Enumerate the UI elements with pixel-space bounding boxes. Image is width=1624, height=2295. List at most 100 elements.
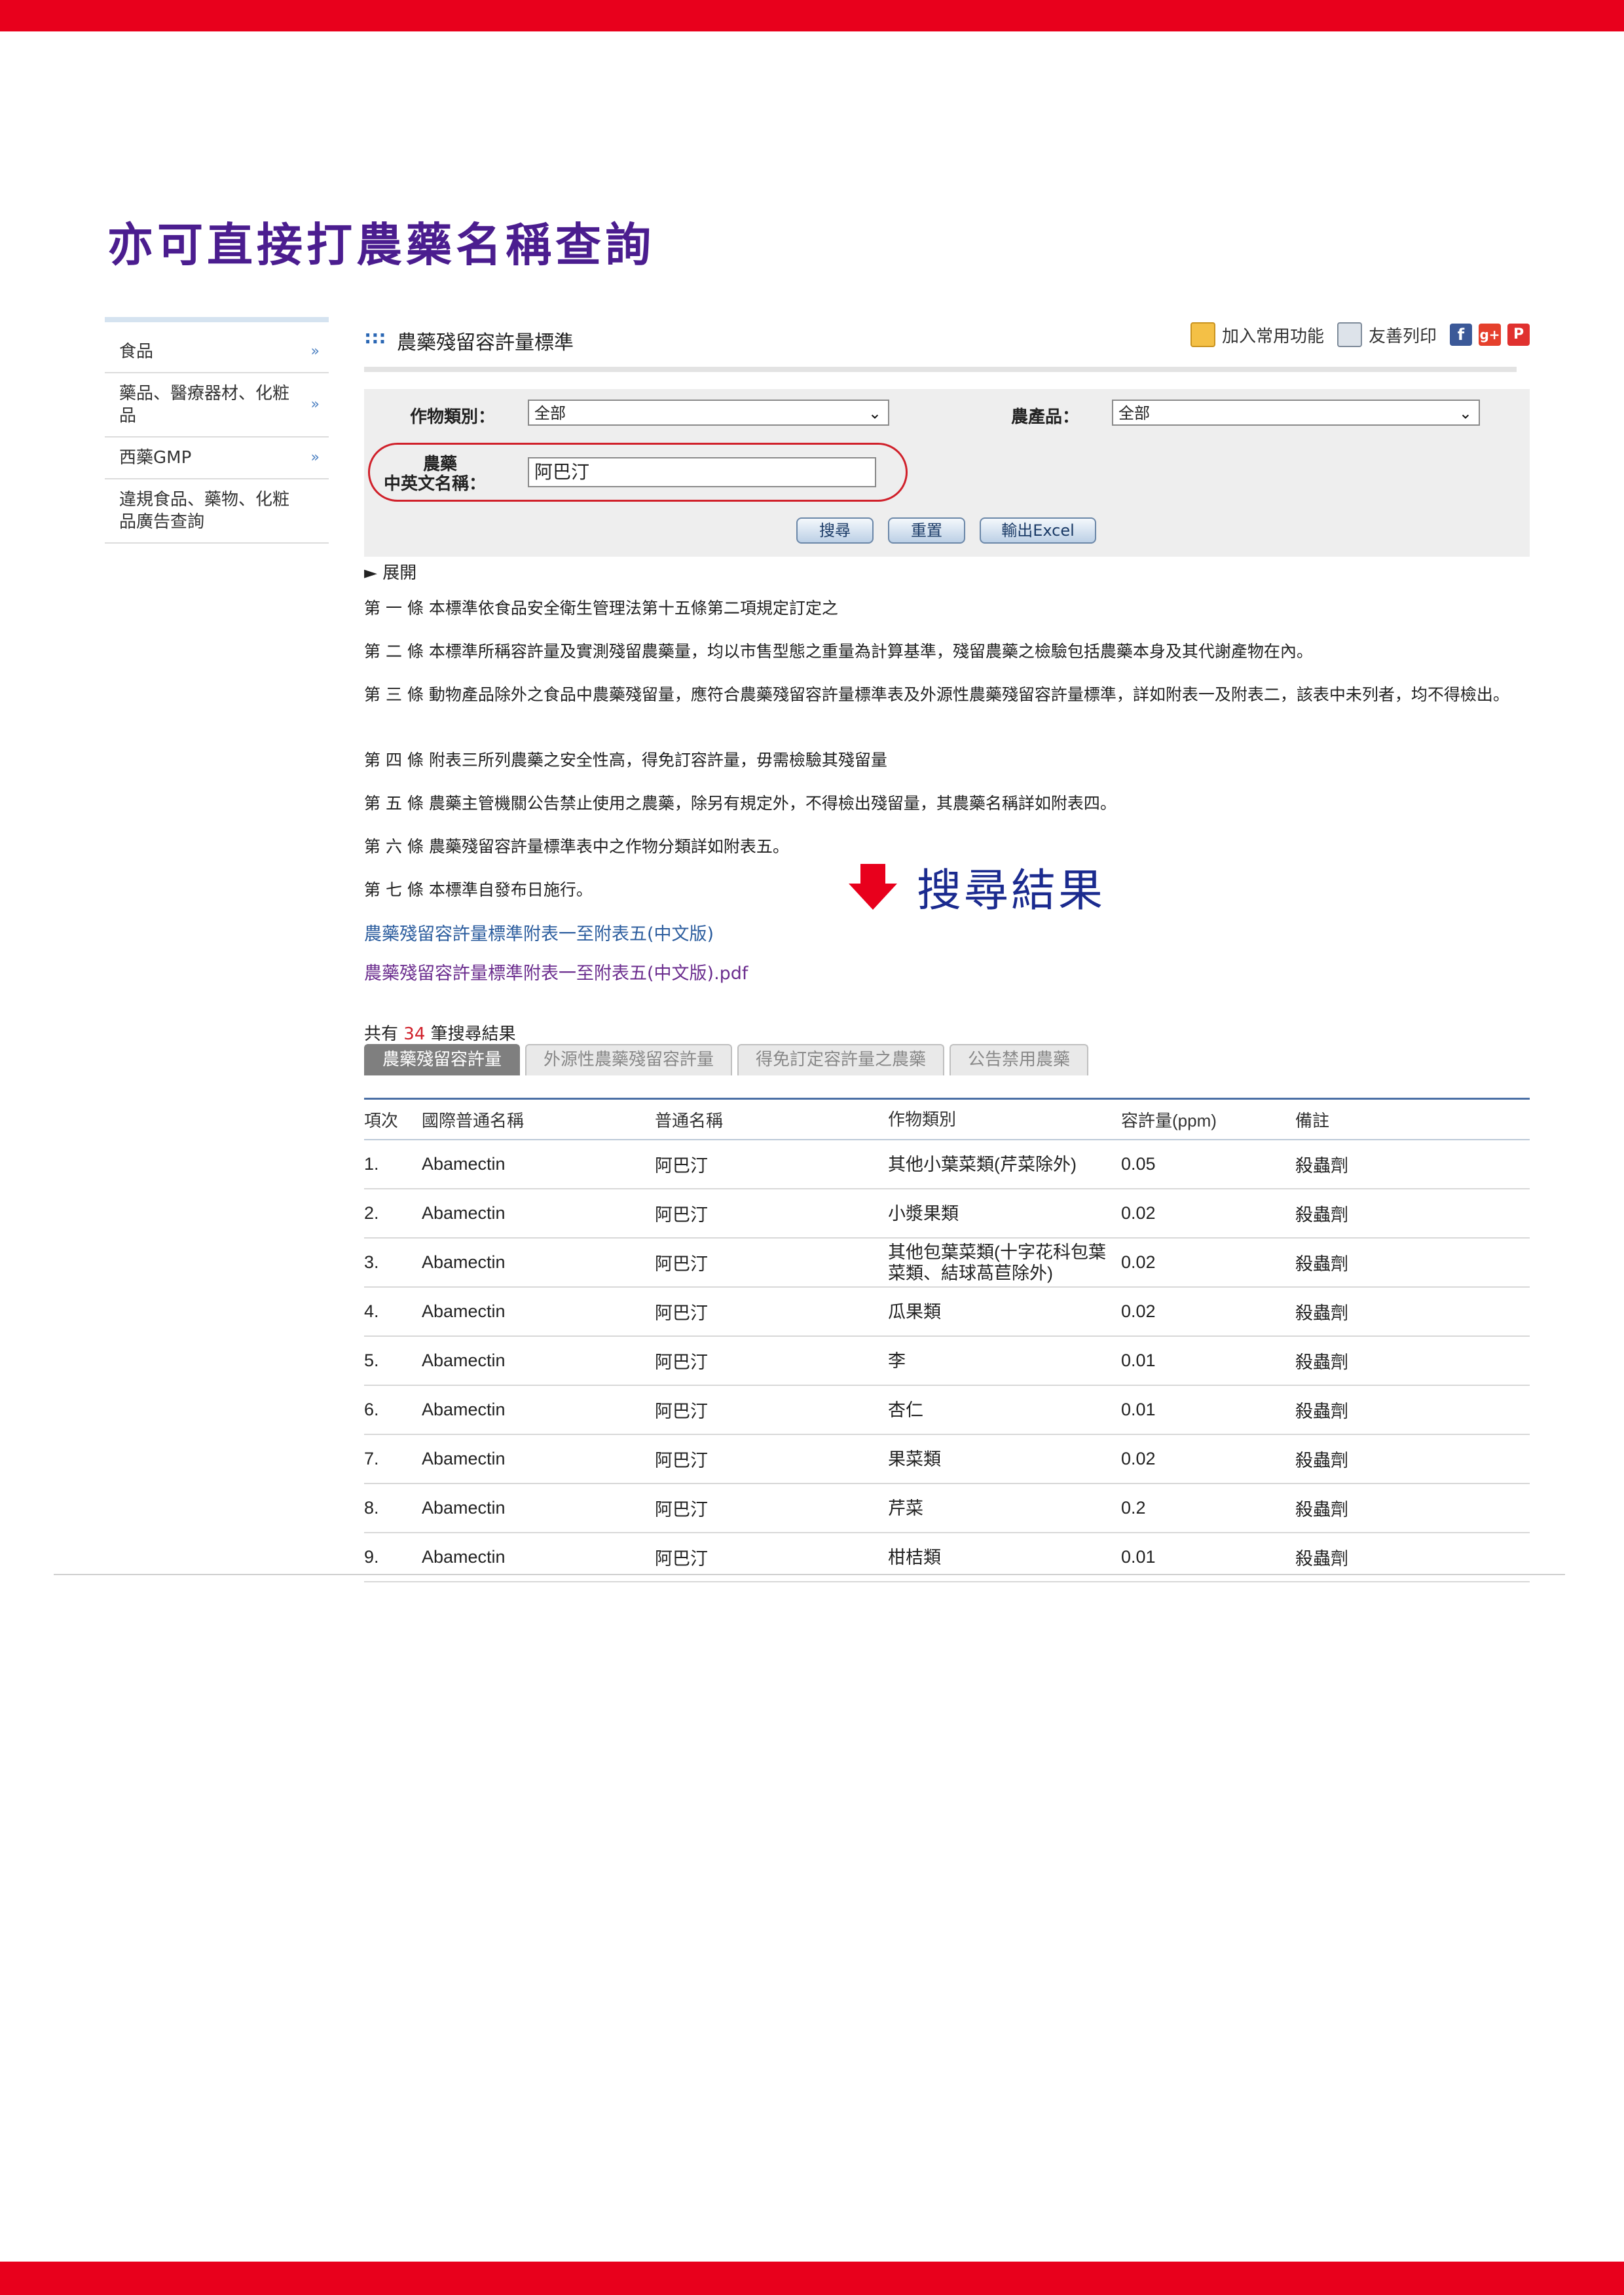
cell-common-name: 阿巴汀 xyxy=(655,1303,708,1323)
cell-intl-name: Abamectin xyxy=(422,1449,506,1468)
hero-title: 亦可直接打農藥名稱查詢 xyxy=(107,217,655,272)
table-row: 1. Abamectin 阿巴汀 其他小葉菜類(芹菜除外) 0.05 殺蟲劑 xyxy=(364,1140,1530,1189)
chevron-down-icon: ⌄ xyxy=(868,404,881,422)
result-count-prefix: 共有 xyxy=(364,1024,399,1044)
pesticide-name-input[interactable]: 阿巴汀 xyxy=(528,457,876,487)
chevron-right-icon: » xyxy=(310,449,320,466)
table-row: 5. Abamectin 阿巴汀 李 0.01 殺蟲劑 xyxy=(364,1337,1530,1386)
cell-common-name: 阿巴汀 xyxy=(655,1353,708,1372)
title-underline xyxy=(364,367,1517,372)
cell-tolerance: 0.02 xyxy=(1121,1203,1156,1223)
tab-banned-pesticides[interactable]: 公告禁用農藥 xyxy=(950,1044,1089,1075)
expand-toggle[interactable]: ► 展開 xyxy=(364,559,416,584)
add-favorite-link[interactable]: 加入常用功能 xyxy=(1222,323,1324,347)
header-crop-type: 作物類別 xyxy=(888,1110,957,1129)
export-excel-button[interactable]: 輸出Excel xyxy=(980,517,1096,544)
printer-icon[interactable] xyxy=(1337,322,1362,347)
table-row: 4. Abamectin 阿巴汀 瓜果類 0.02 殺蟲劑 xyxy=(364,1288,1530,1337)
reset-button[interactable]: 重置 xyxy=(888,517,965,544)
header-index: 項次 xyxy=(364,1110,399,1130)
results-table: 項次 國際普通名稱 普通名稱 作物類別 容許量(ppm) 備註 1. Abamec… xyxy=(364,1098,1530,1582)
sidebar-item-label: 西藥GMP xyxy=(119,448,192,468)
table-row: 7. Abamectin 阿巴汀 果菜類 0.02 殺蟲劑 xyxy=(364,1435,1530,1484)
facebook-icon[interactable]: f xyxy=(1450,324,1472,346)
product-select[interactable]: 全部 ⌄ xyxy=(1112,400,1480,426)
cell-remark: 殺蟲劑 xyxy=(1295,1303,1348,1323)
annotation-text: 搜尋結果 xyxy=(917,865,1106,917)
tab-residue-tolerance[interactable]: 農藥殘留容許量 xyxy=(364,1044,521,1075)
cell-index: 2. xyxy=(364,1203,379,1223)
cell-intl-name: Abamectin xyxy=(422,1498,506,1518)
cell-index: 7. xyxy=(364,1449,379,1468)
pesticide-label-line2: 中英文名稱： xyxy=(384,474,487,494)
header-common-name: 普通名稱 xyxy=(655,1110,724,1130)
cell-crop-type: 其他小葉菜類(芹菜除外) xyxy=(888,1154,1077,1174)
cell-intl-name: Abamectin xyxy=(422,1351,506,1370)
header-remark: 備註 xyxy=(1295,1110,1330,1130)
plurk-icon[interactable]: P xyxy=(1507,324,1530,346)
cell-crop-type: 李 xyxy=(888,1351,906,1371)
chevron-right-icon: » xyxy=(310,343,320,360)
cell-remark: 殺蟲劑 xyxy=(1295,1156,1348,1176)
search-form: 作物類別： 全部 ⌄ 農產品： 全部 ⌄ 農藥 中英文名稱： 阿巴汀 搜尋 重置… xyxy=(364,389,1530,557)
cell-intl-name: Abamectin xyxy=(422,1400,506,1419)
cell-common-name: 阿巴汀 xyxy=(655,1205,708,1225)
article-2: 第 二 條 本標準所稱容許量及實測殘留農藥量，均以市售型態之重量為計算基準，殘留… xyxy=(364,642,1313,661)
cell-tolerance: 0.02 xyxy=(1121,1449,1156,1468)
cell-crop-type: 瓜果類 xyxy=(888,1301,941,1322)
table-row: 6. Abamectin 阿巴汀 杏仁 0.01 殺蟲劑 xyxy=(364,1386,1530,1435)
cell-crop-type: 其他包葉菜類(十字花科包葉菜類、結球萵苣除外) xyxy=(888,1242,1106,1283)
cell-tolerance: 0.05 xyxy=(1121,1154,1156,1174)
screenshot-bottom-border xyxy=(54,1574,1565,1575)
crop-type-select[interactable]: 全部 ⌄ xyxy=(528,400,889,426)
bottom-red-band xyxy=(0,2262,1624,2295)
pesticide-label-line1: 農藥 xyxy=(422,455,457,474)
sidebar-item-ad-violations[interactable]: 違規食品、藥物、化粧品廣告查詢 xyxy=(105,479,329,544)
annex-html-link[interactable]: 農藥殘留容許量標準附表一至附表五(中文版) xyxy=(364,920,714,945)
cell-index: 1. xyxy=(364,1154,379,1174)
chevron-down-icon: ⌄ xyxy=(1458,404,1472,422)
product-value: 全部 xyxy=(1118,404,1150,422)
cell-index: 4. xyxy=(364,1301,379,1321)
article-3: 第 三 條 動物產品除外之食品中農藥殘留量，應符合農藥殘留容許量標準表及外源性農… xyxy=(364,685,1509,704)
print-link[interactable]: 友善列印 xyxy=(1369,323,1437,347)
tab-exempt-pesticides[interactable]: 得免訂定容許量之農藥 xyxy=(737,1044,945,1075)
cell-index: 8. xyxy=(364,1498,379,1518)
tab-exogenous-tolerance[interactable]: 外源性農藥殘留容許量 xyxy=(525,1044,733,1075)
header-tools: 加入常用功能 友善列印 f g+ P xyxy=(1190,322,1530,347)
cell-common-name: 阿巴汀 xyxy=(655,1402,708,1421)
favorite-folder-icon[interactable] xyxy=(1190,322,1215,347)
result-count: 共有 34 筆搜尋結果 xyxy=(364,1020,516,1045)
article-1: 第 一 條 本標準依食品安全衛生管理法第十五條第二項規定訂定之 xyxy=(364,599,838,618)
cell-remark: 殺蟲劑 xyxy=(1295,1353,1348,1372)
sidebar-item-gmp[interactable]: 西藥GMP » xyxy=(105,438,329,479)
cell-remark: 殺蟲劑 xyxy=(1295,1402,1348,1421)
cell-remark: 殺蟲劑 xyxy=(1295,1451,1348,1470)
result-tabs: 農藥殘留容許量 外源性農藥殘留容許量 得免訂定容許量之農藥 公告禁用農藥 xyxy=(364,1044,1089,1075)
title-dots: ::: xyxy=(364,326,386,348)
sidebar-item-drugs[interactable]: 藥品、醫療器材、化粧品 » xyxy=(105,373,329,438)
page-title: 農藥殘留容許量標準 xyxy=(397,331,574,354)
cell-remark: 殺蟲劑 xyxy=(1295,1254,1348,1274)
annex-pdf-link[interactable]: 農藥殘留容許量標準附表一至附表五(中文版).pdf xyxy=(364,959,748,984)
cell-tolerance: 0.2 xyxy=(1121,1498,1146,1518)
product-label: 農產品： xyxy=(1011,407,1080,427)
result-count-number: 34 xyxy=(403,1024,426,1044)
cell-tolerance: 0.02 xyxy=(1121,1252,1156,1272)
cell-index: 5. xyxy=(364,1351,379,1370)
cell-common-name: 阿巴汀 xyxy=(655,1451,708,1470)
top-red-band xyxy=(0,0,1624,31)
cell-crop-type: 果菜類 xyxy=(888,1449,941,1469)
down-arrow-icon xyxy=(849,863,897,910)
google-plus-icon[interactable]: g+ xyxy=(1479,324,1501,346)
crop-type-value: 全部 xyxy=(534,404,566,422)
sidebar-top-bar xyxy=(105,317,329,322)
sidebar-item-label: 藥品、醫療器材、化粧品 xyxy=(119,384,290,426)
search-button[interactable]: 搜尋 xyxy=(796,517,874,544)
cell-index: 3. xyxy=(364,1252,379,1272)
crop-type-label: 作物類別： xyxy=(410,407,496,427)
chevron-right-icon: » xyxy=(310,396,320,413)
cell-crop-type: 小漿果類 xyxy=(888,1203,959,1223)
sidebar-item-food[interactable]: 食品 » xyxy=(105,331,329,373)
cell-common-name: 阿巴汀 xyxy=(655,1500,708,1520)
